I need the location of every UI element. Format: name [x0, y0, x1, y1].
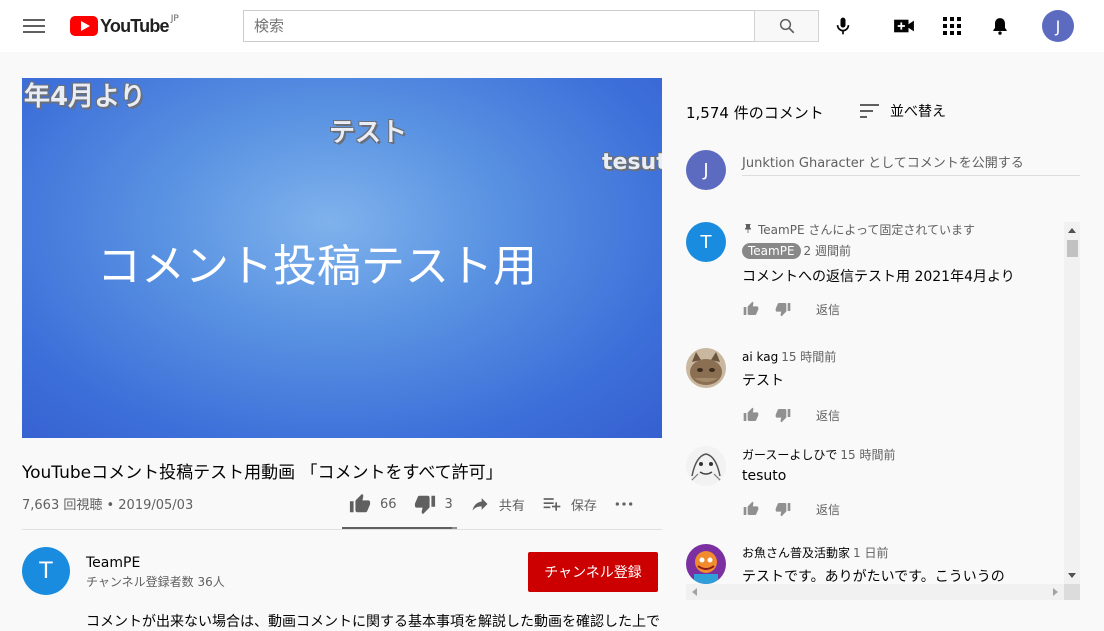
comment-time[interactable]: 2 週間前 — [804, 244, 851, 258]
comment-like-icon[interactable] — [742, 300, 760, 318]
share-button[interactable]: 共有 — [469, 494, 525, 514]
comment-count: 1,574 件のコメント — [686, 104, 824, 122]
comment-avatar[interactable] — [686, 446, 726, 486]
search-button[interactable] — [754, 10, 819, 42]
scrollbar-corner — [1064, 584, 1080, 600]
thumbs-up-icon — [349, 493, 371, 513]
share-label: 共有 — [498, 498, 525, 514]
scroll-thumb[interactable] — [1067, 240, 1078, 257]
save-label: 保存 — [570, 498, 597, 514]
share-icon — [472, 498, 488, 511]
comments-horizontal-scrollbar[interactable] — [686, 584, 1064, 600]
search-box[interactable] — [243, 10, 755, 42]
top-bar: YouTube JP J — [0, 0, 1104, 52]
comment-author[interactable]: ガースーよしひで — [742, 448, 837, 462]
playlist-add-icon — [543, 498, 561, 511]
more-actions-button[interactable] — [613, 494, 643, 514]
search-input[interactable] — [254, 17, 745, 35]
scroll-up-arrow-icon[interactable] — [1068, 228, 1076, 233]
video-overlay-text: 年4月より — [24, 82, 146, 112]
mic-icon[interactable] — [831, 14, 855, 38]
owner-badge[interactable]: TeamPE — [742, 243, 801, 259]
video-meta: 7,663 回視聴 • 2019/05/03 — [22, 498, 194, 513]
save-button[interactable]: 保存 — [541, 494, 597, 514]
comment-dislike-icon[interactable] — [774, 300, 792, 318]
comment-time[interactable]: 15 時間前 — [840, 448, 895, 462]
video-actions: 66 3 共有 保存 — [348, 492, 659, 516]
dislike-button[interactable]: 3 — [413, 493, 453, 515]
create-video-icon[interactable] — [892, 14, 916, 38]
video-title: YouTubeコメント投稿テスト用動画 「コメントをすべて許可」 — [22, 463, 503, 483]
scroll-down-arrow-icon[interactable] — [1068, 573, 1076, 578]
video-main-text: コメント投稿テスト用 — [97, 241, 537, 292]
logo-region: JP — [170, 14, 179, 24]
comment-dislike-icon[interactable] — [774, 500, 792, 518]
logo-text: YouTube — [100, 15, 170, 36]
youtube-play-icon — [70, 16, 98, 36]
reply-button[interactable]: 返信 — [816, 501, 840, 518]
menu-icon[interactable] — [22, 16, 46, 36]
comment-text: テストです。ありがたいです。こういうの — [742, 569, 1005, 585]
comment-dislike-icon[interactable] — [774, 406, 792, 424]
search-icon — [779, 18, 794, 34]
dislike-count: 3 — [444, 496, 453, 512]
comment-author[interactable]: お魚さん普及活動家 — [742, 546, 850, 560]
comment-like-icon[interactable] — [742, 500, 760, 518]
add-comment-input[interactable]: Junktion Gharacter としてコメントを公開する — [742, 150, 1080, 176]
comment-avatar[interactable] — [686, 544, 726, 584]
sort-label: 並べ替え — [890, 104, 946, 120]
pinned-label: TeamPE さんによって固定されています — [758, 222, 976, 237]
comment-avatar[interactable]: T — [686, 222, 726, 262]
account-avatar[interactable]: J — [1042, 10, 1074, 42]
comment-like-icon[interactable] — [742, 406, 760, 424]
video-overlay-text: テスト — [329, 118, 408, 148]
pinned-notice: TeamPE さんによって固定されています — [742, 220, 1015, 238]
current-user-avatar: J — [686, 150, 726, 190]
subscribe-button[interactable]: チャンネル登録 — [528, 552, 658, 592]
comments-list[interactable]: T TeamPE さんによって固定されています TeamPE 2 週間前 コメント… — [682, 220, 1080, 601]
channel-name[interactable]: TeamPE — [86, 555, 140, 571]
comment-avatar[interactable] — [686, 348, 726, 388]
video-player[interactable]: 年4月より テスト tesuto コメント投稿テスト用 — [22, 78, 662, 438]
divider — [22, 529, 662, 530]
sketch-avatar-icon — [686, 446, 726, 486]
sort-icon — [860, 104, 879, 118]
pin-icon — [745, 224, 751, 233]
thumbs-down-icon — [414, 495, 435, 515]
reply-button[interactable]: 返信 — [816, 407, 840, 424]
channel-avatar[interactable]: T — [22, 547, 70, 595]
video-description: コメントが出来ない場合は、動画コメントに関する基本事項を解説した動画を確認した上… — [86, 614, 660, 630]
comment-time[interactable]: 15 時間前 — [781, 350, 836, 364]
sort-button[interactable]: 並べ替え — [860, 101, 946, 121]
like-count: 66 — [380, 496, 397, 512]
comment-text: tesuto — [742, 468, 787, 484]
colorful-avatar-icon — [686, 544, 726, 584]
like-button[interactable]: 66 — [348, 493, 397, 515]
more-horiz-icon — [615, 502, 633, 506]
comments-vertical-scrollbar[interactable] — [1064, 222, 1080, 584]
scroll-left-arrow-icon[interactable] — [692, 588, 697, 596]
cat-avatar-icon — [686, 348, 726, 388]
comment-text: テスト — [742, 373, 784, 389]
comment-author[interactable]: ai kag — [742, 350, 778, 364]
bell-icon[interactable] — [988, 14, 1012, 38]
subscriber-count: チャンネル登録者数 36人 — [86, 575, 225, 589]
reply-button[interactable]: 返信 — [816, 301, 840, 318]
scroll-right-arrow-icon[interactable] — [1053, 588, 1058, 596]
video-overlay-text: tesuto — [602, 150, 662, 175]
comment-text: コメントへの返信テスト用 2021年4月より — [742, 269, 1015, 285]
apps-icon[interactable] — [940, 14, 964, 38]
youtube-logo[interactable]: YouTube JP — [70, 14, 179, 37]
comment-time[interactable]: 1 日前 — [853, 546, 888, 560]
